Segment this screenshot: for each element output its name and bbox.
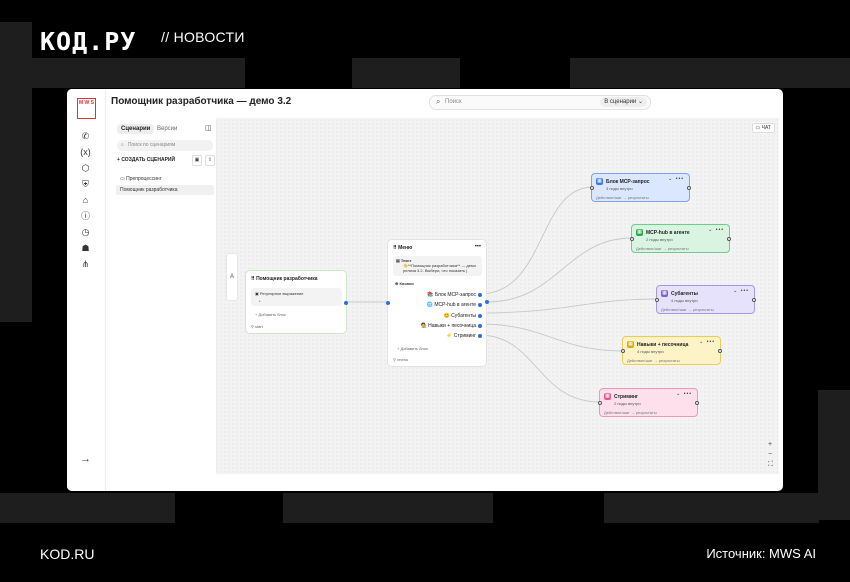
zoom-out-button[interactable]: − bbox=[768, 451, 772, 458]
decor-block bbox=[283, 493, 493, 523]
section-label[interactable]: // НОВОСТИ bbox=[161, 29, 245, 45]
start-node-footer: ⚲ start bbox=[251, 324, 263, 329]
output-port[interactable] bbox=[485, 300, 489, 304]
output-port[interactable] bbox=[687, 186, 691, 190]
scenario-node-count: 4 ноды внутри bbox=[671, 298, 698, 303]
scenario-node-title: Субагенты bbox=[671, 291, 698, 297]
scenario-node-streaming[interactable]: ▦ Стриминг 2 ноды внутри Действие/шаг → … bbox=[598, 388, 699, 417]
scenario-node-footer: Действие/шаг → результаты bbox=[661, 307, 714, 312]
menu-node-footer-text: /menu bbox=[397, 357, 409, 362]
start-node[interactable]: ⠿ Помощник разработчика ▣ Регулярное выр… bbox=[245, 270, 348, 334]
menu-node-footer: ⚲ /menu bbox=[393, 357, 409, 362]
decor-block bbox=[818, 390, 850, 520]
output-port[interactable] bbox=[344, 301, 348, 305]
add-block-button[interactable]: + Добавить блок bbox=[255, 312, 286, 317]
output-port[interactable] bbox=[695, 401, 699, 405]
menu-button-5[interactable]: ⚡ Стриминг bbox=[446, 333, 476, 339]
start-node-footer-text: start bbox=[255, 324, 263, 329]
start-node-title: Помощник разработчика bbox=[256, 276, 318, 282]
grid-icon: ▦ bbox=[604, 393, 611, 400]
decor-block bbox=[0, 493, 175, 523]
scenario-node-count: 3 ноды внутри bbox=[606, 186, 633, 191]
site-logo[interactable]: КОД.РУ bbox=[40, 27, 136, 56]
decor-block bbox=[0, 22, 32, 322]
scenario-node-count: 4 ноды внутри bbox=[637, 349, 664, 354]
scenario-node-skills-sandbox[interactable]: ▦ Навыки + песочница 4 ноды внутри Дейст… bbox=[621, 336, 722, 365]
menu-button-2[interactable]: 🌐 MCP-hub в агенте bbox=[427, 302, 476, 308]
scenario-node-footer: Действие/шаг → результаты bbox=[604, 410, 657, 415]
output-port[interactable] bbox=[478, 293, 482, 297]
menu-node-title: Меню bbox=[398, 245, 413, 251]
input-port[interactable] bbox=[590, 186, 594, 190]
node-controls[interactable]: ⌄ ••• bbox=[676, 391, 692, 397]
scenario-node-count: 2 ноды внутри bbox=[646, 237, 673, 242]
output-port[interactable] bbox=[478, 334, 482, 338]
scenario-node-mcp-hub[interactable]: ▦ MCP-hub в агенте 2 ноды внутри Действи… bbox=[630, 224, 731, 253]
buttons-label-text: Кнопки bbox=[399, 281, 414, 286]
input-port[interactable] bbox=[598, 401, 602, 405]
more-icon[interactable]: ••• bbox=[475, 244, 481, 250]
decor-block bbox=[604, 493, 819, 523]
footer-source: Источник: MWS AI bbox=[706, 546, 816, 561]
grid-icon: ▦ bbox=[636, 229, 643, 236]
node-controls[interactable]: ⌄ ••• bbox=[733, 288, 749, 294]
output-port[interactable] bbox=[478, 314, 482, 318]
grid-icon: ▦ bbox=[596, 178, 603, 185]
grid-icon: ▦ bbox=[661, 290, 668, 297]
node-controls[interactable]: ⌄ ••• bbox=[668, 176, 684, 182]
regex-label: ▣ Регулярное выражение bbox=[255, 291, 304, 296]
fit-view-button[interactable]: ⛶ bbox=[768, 461, 773, 469]
node-controls[interactable]: ⌄ ••• bbox=[708, 227, 724, 233]
output-port[interactable] bbox=[718, 349, 722, 353]
input-port[interactable] bbox=[630, 237, 634, 241]
footer-site: KOD.RU bbox=[40, 546, 95, 562]
scenario-node-title: Навыки + песочница bbox=[637, 342, 689, 348]
menu-button-3[interactable]: 😊 Субагенты bbox=[444, 313, 476, 319]
decor-block bbox=[570, 58, 850, 88]
regex-label-text: Регулярное выражение bbox=[259, 291, 304, 296]
buttons-label: ⊕ Кнопки bbox=[395, 281, 414, 286]
scenario-node-title: Стриминг bbox=[614, 394, 639, 400]
scenario-node-footer: Действие/шаг → результаты bbox=[627, 358, 680, 363]
scenario-node-title: MCP-hub в агенте bbox=[646, 230, 690, 236]
output-port[interactable] bbox=[752, 298, 756, 302]
menu-button-1[interactable]: 📚 Блок MCP-запрос bbox=[427, 292, 476, 298]
grid-icon: ▦ bbox=[627, 341, 634, 348]
scenario-node-count: 2 ноды внутри bbox=[614, 401, 641, 406]
output-port[interactable] bbox=[478, 324, 482, 328]
input-port[interactable] bbox=[621, 349, 625, 353]
menu-button-4[interactable]: 🧑‍🎨 Навыки + песочница bbox=[421, 323, 476, 329]
node-controls[interactable]: ⌄ ••• bbox=[699, 339, 715, 345]
scenario-node-mcp-request[interactable]: ▦ Блок MCP-запрос 3 ноды внутри Действие… bbox=[590, 173, 691, 202]
collapse-tab[interactable]: A bbox=[226, 253, 238, 301]
output-port[interactable] bbox=[478, 303, 482, 307]
menu-node[interactable]: ⠿ Меню ••• ▤ Текст 👋**Помощник разработч… bbox=[386, 239, 489, 367]
output-port[interactable] bbox=[727, 237, 731, 241]
scenario-node-subagents[interactable]: ▦ Субагенты 4 ноды внутри Действие/шаг →… bbox=[655, 285, 756, 314]
zoom-in-button[interactable]: + bbox=[768, 441, 772, 448]
add-block-button[interactable]: + Добавить блок bbox=[397, 346, 428, 351]
input-port[interactable] bbox=[655, 298, 659, 302]
decor-block bbox=[0, 58, 245, 88]
decor-block bbox=[352, 58, 460, 88]
regex-value: * bbox=[259, 299, 261, 304]
app-screenshot: M W S ✆ (x) ⬡ ⛨ ⌂ ⓘ ◷ ☗ ⋔ → Помощник раз… bbox=[67, 89, 783, 491]
scenario-node-footer: Действие/шаг → результаты bbox=[596, 195, 649, 200]
text-value: 👋**Помощник разработчика** — демо релиза… bbox=[403, 263, 476, 273]
scenario-node-footer: Действие/шаг → результаты bbox=[636, 246, 689, 251]
scenario-node-title: Блок MCP-запрос bbox=[606, 179, 650, 185]
input-port[interactable] bbox=[386, 301, 390, 305]
